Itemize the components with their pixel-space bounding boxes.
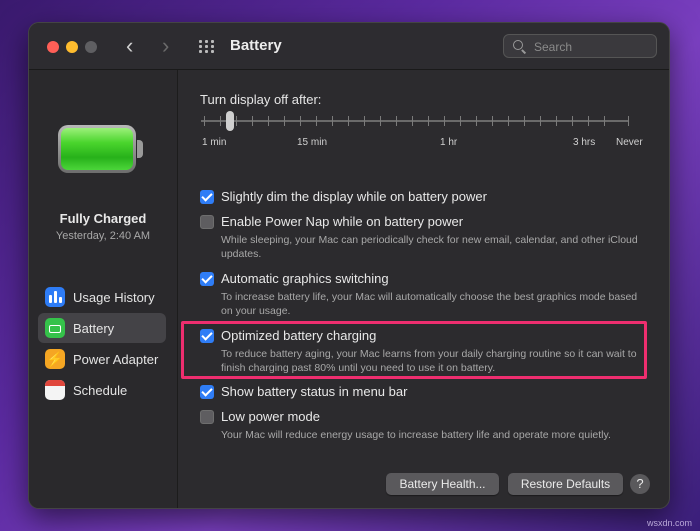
battery-charged-icon [58,125,143,175]
battery-settings-pane: Turn display off after: 1 min 15 min 1 h… [178,70,669,508]
graphics-switching-checkbox[interactable] [200,272,214,286]
option-description: While sleeping, your Mac can periodicall… [221,234,638,260]
option-label: Enable Power Nap while on battery power [221,214,464,229]
tick-label-3-hrs: 3 hrs [573,137,596,148]
battery-preferences-window: ‹ › Battery Fully Charged Yesterday, 2:4… [28,22,670,509]
power-adapter-icon: ⚡ [45,349,65,369]
highlight-box [181,321,647,379]
back-button[interactable]: ‹ [126,33,133,59]
sidebar-item-label: Battery [73,321,115,336]
sidebar-item-schedule[interactable]: Schedule [38,375,166,405]
zoom-button[interactable] [85,41,97,53]
battery-status-time: Yesterday, 2:40 AM [55,230,151,242]
low-power-mode-checkbox[interactable] [200,410,214,424]
search-icon [513,40,523,50]
tick-label-1-min: 1 min [202,137,227,148]
sidebar-item-battery[interactable]: Battery [38,313,166,343]
tick-label-never: Never [616,137,643,148]
search-input[interactable] [532,38,654,56]
sidebar-item-label: Power Adapter [73,352,159,367]
forward-button[interactable]: › [162,33,169,59]
battery-icon [45,318,65,338]
battery-status-title: Fully Charged [59,211,147,226]
show-all-grid-icon[interactable] [199,40,215,54]
help-button[interactable]: ? [630,474,650,494]
tick-label-15-min: 15 min [297,137,328,148]
option-description: Your Mac will reduce energy usage to inc… [221,429,611,441]
show-battery-status-checkbox[interactable] [200,385,214,399]
display-off-label: Turn display off after: [200,92,322,107]
minimize-button[interactable] [66,41,78,53]
window-title: Battery [230,37,282,54]
restore-defaults-button[interactable]: Restore Defaults [508,473,623,495]
titlebar: ‹ › Battery [29,23,669,70]
option-label: Automatic graphics switching [221,271,389,286]
close-button[interactable] [47,41,59,53]
watermark: wsxdn.com [646,518,692,528]
option-label: Low power mode [221,409,320,424]
display-off-slider-track[interactable] [201,120,629,122]
dim-display-checkbox[interactable] [200,190,214,204]
sidebar-item-label: Schedule [73,383,128,398]
sidebar-item-power-adapter[interactable]: ⚡ Power Adapter [38,344,166,374]
option-label: Show battery status in menu bar [221,384,408,399]
sidebar-item-label: Usage History [73,290,155,305]
battery-health-button[interactable]: Battery Health... [386,473,499,495]
tick-label-1-hr: 1 hr [440,137,458,148]
sidebar-item-usage-history[interactable]: Usage History [38,282,166,312]
usage-history-icon [45,287,65,307]
option-label: Slightly dim the display while on batter… [221,189,487,204]
option-description: To increase battery life, your Mac will … [221,291,638,317]
power-nap-checkbox[interactable] [200,215,214,229]
display-off-slider-knob[interactable] [226,111,234,131]
sidebar: Fully Charged Yesterday, 2:40 AM Usage H… [29,70,178,508]
search-field[interactable] [503,34,657,58]
schedule-icon [45,380,65,400]
